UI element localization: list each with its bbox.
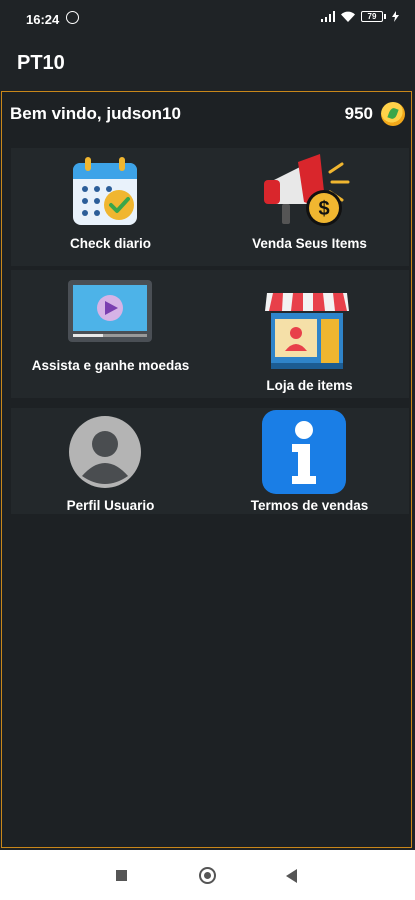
whatsapp-icon: [66, 11, 79, 24]
battery-icon: 79: [361, 11, 386, 22]
venda-items-button[interactable]: $ Venda Seus Items: [210, 148, 409, 266]
system-nav-bar: [0, 850, 415, 900]
svg-text:$: $: [318, 198, 329, 220]
check-diario-label: Check diario: [69, 236, 152, 251]
loja-label: Loja de items: [266, 378, 353, 393]
user-avatar-icon: [69, 416, 141, 488]
megaphone-dollar-icon: $: [264, 154, 350, 226]
charging-icon: [392, 11, 399, 22]
coin-icon: [381, 102, 405, 126]
signal-icon: [320, 11, 335, 22]
perfil-button[interactable]: Perfil Usuario: [11, 408, 210, 514]
app-bar: PT10: [0, 38, 415, 90]
app-title: PT10: [17, 52, 65, 74]
info-icon: [262, 410, 346, 494]
menu-row-3: Perfil Usuario Termos de vendas: [11, 408, 409, 514]
assista-label: Assista e ganhe moedas: [31, 358, 190, 373]
battery-level: 79: [367, 12, 377, 21]
status-bar: 16:24 79: [0, 0, 415, 38]
check-diario-button[interactable]: Check diario: [11, 148, 210, 266]
store-icon: [265, 293, 349, 369]
main-content: Bem vindo, judson10 950 Check diario $ V…: [1, 91, 412, 848]
welcome-text: Bem vindo, judson10: [10, 104, 181, 123]
calendar-check-icon: [73, 157, 137, 225]
back-button[interactable]: [286, 869, 297, 883]
termos-button[interactable]: Termos de vendas: [210, 408, 409, 514]
video-player-icon: [68, 280, 152, 342]
menu-row-2: Assista e ganhe moedas Loja de items: [11, 270, 409, 398]
recent-apps-button[interactable]: [116, 870, 127, 881]
loja-button[interactable]: Loja de items: [210, 270, 409, 398]
assista-button[interactable]: Assista e ganhe moedas: [11, 270, 210, 398]
coin-balance: 950: [344, 104, 373, 123]
status-time: 16:24: [26, 12, 60, 27]
wifi-icon: [341, 11, 355, 22]
home-button[interactable]: [199, 867, 216, 884]
venda-items-label: Venda Seus Items: [252, 236, 367, 251]
termos-label: Termos de vendas: [250, 498, 369, 513]
menu-row-1: Check diario $ Venda Seus Items: [11, 148, 409, 266]
perfil-label: Perfil Usuario: [66, 498, 155, 513]
